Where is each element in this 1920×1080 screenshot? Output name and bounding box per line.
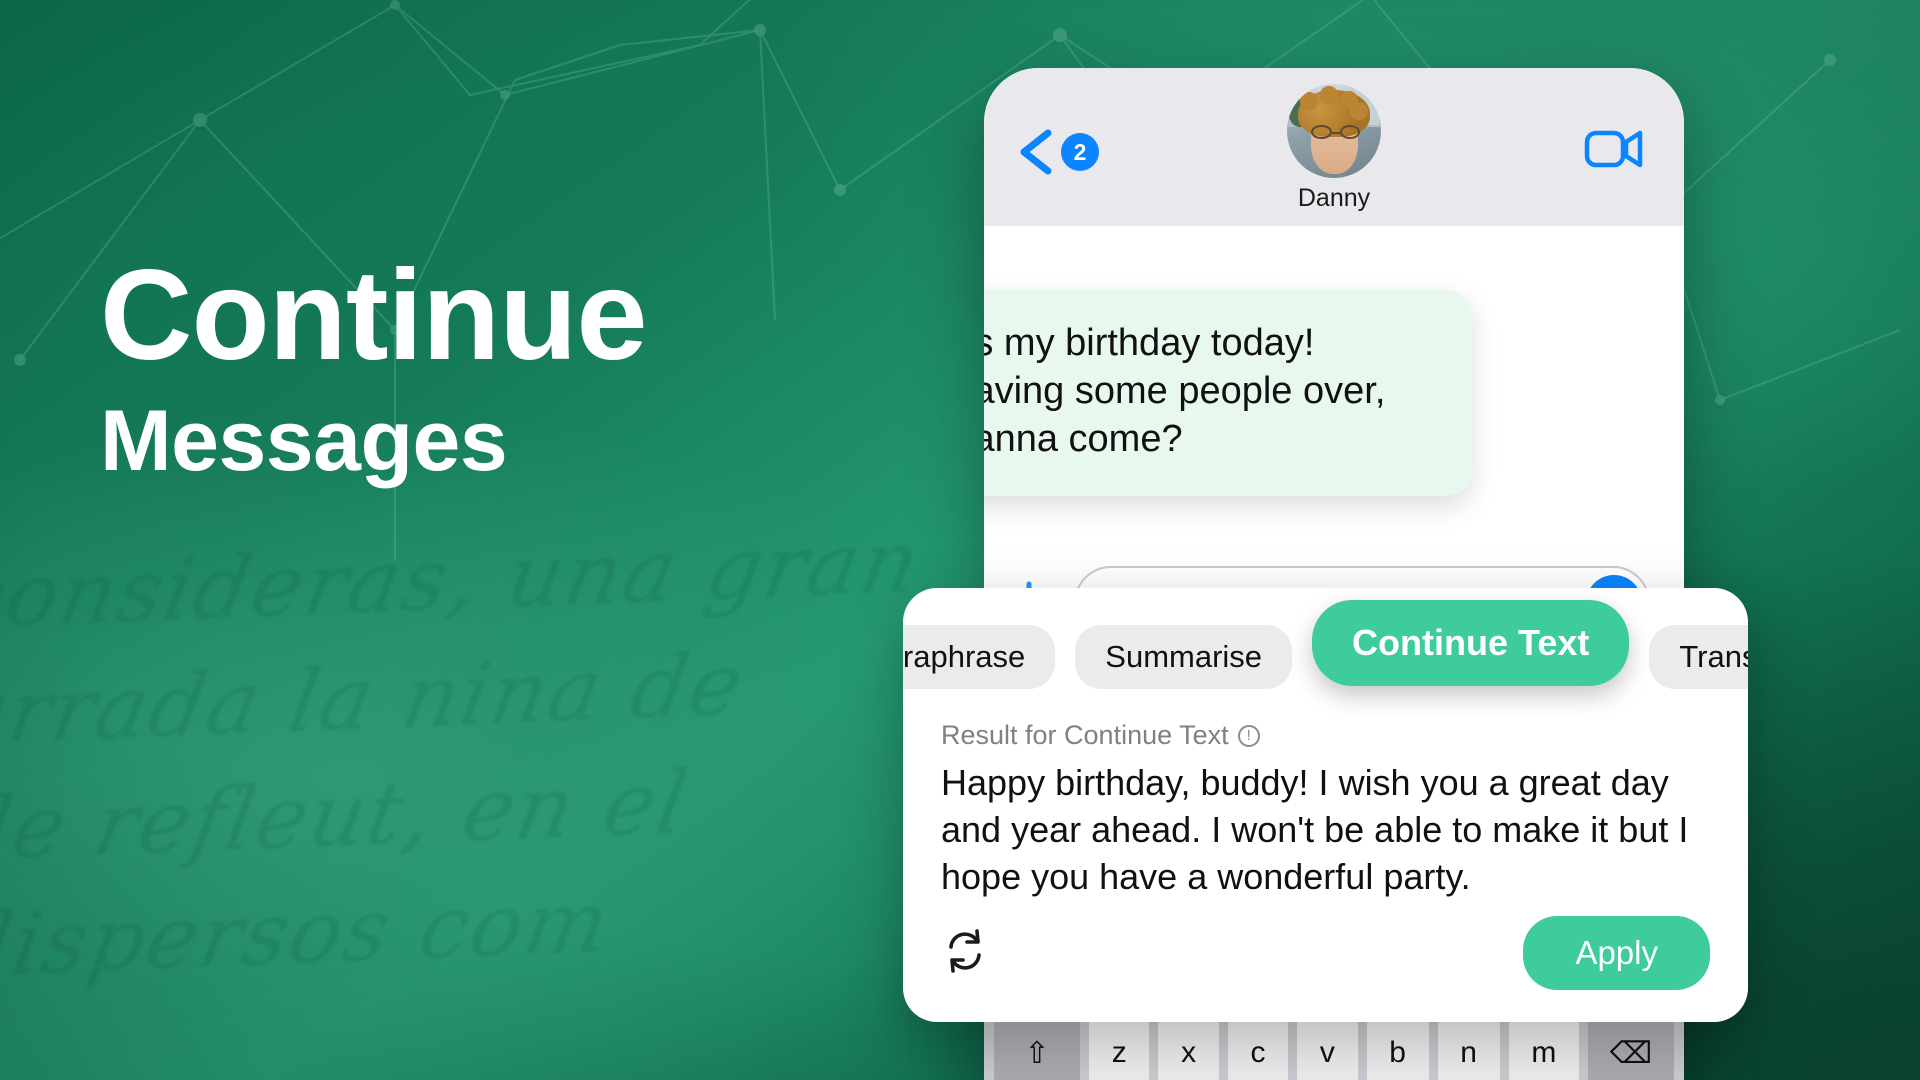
key-n[interactable]: n (1437, 1016, 1500, 1080)
result-label-text: Result for Continue Text (941, 720, 1229, 750)
avatar (1287, 84, 1381, 178)
video-call-button[interactable] (1584, 128, 1644, 175)
conversation-header: 2 Danny (984, 68, 1684, 226)
ai-assistant-panel: Paraphrase Summarise Continue Text Trans… (903, 588, 1748, 1022)
apply-button[interactable]: Apply (1523, 916, 1710, 990)
video-camera-icon (1584, 130, 1643, 168)
tab-paraphrase[interactable]: Paraphrase (903, 625, 1056, 689)
ai-action-tabs: Paraphrase Summarise Continue Text Trans… (903, 600, 1748, 700)
result-text: Happy birthday, buddy! I wish you a grea… (941, 762, 1689, 897)
contact-name: Danny (1297, 184, 1371, 212)
headline-secondary: Messages (100, 392, 508, 489)
regenerate-button[interactable] (941, 927, 989, 980)
message-line: Having some people over, (984, 369, 1386, 412)
key-c[interactable]: c (1227, 1016, 1289, 1080)
chevron-left-icon (1020, 129, 1052, 175)
panel-actions: Apply (941, 916, 1710, 990)
message-bubble-incoming: It's my birthday today! Having some peop… (984, 290, 1472, 496)
key-b[interactable]: b (1366, 1016, 1429, 1080)
tab-translate[interactable]: Translate (1649, 625, 1748, 689)
key-x[interactable]: x (1158, 1016, 1219, 1080)
info-icon[interactable]: ! (1237, 724, 1260, 747)
back-button[interactable]: 2 (1016, 126, 1099, 178)
key-shift[interactable]: ⇧ (994, 1016, 1080, 1080)
key-m[interactable]: m (1508, 1016, 1579, 1080)
tab-continue-text[interactable]: Continue Text (1312, 600, 1630, 686)
key-z[interactable]: z (1089, 1016, 1150, 1080)
tab-summarise[interactable]: Summarise (1075, 625, 1293, 689)
refresh-icon (949, 928, 981, 973)
result-label: Result for Continue Text ! (941, 720, 1260, 751)
message-line: wanna come? (984, 417, 1183, 460)
contact-info[interactable]: Danny (1287, 84, 1381, 213)
key-backspace[interactable]: ⌫ (1588, 1016, 1674, 1080)
message-line: It's my birthday today! (984, 322, 1315, 364)
page-title: Continue Messages (100, 244, 648, 489)
unread-badge: 2 (1061, 133, 1099, 171)
key-v[interactable]: v (1297, 1016, 1358, 1080)
headline-primary: Continue (100, 244, 648, 387)
